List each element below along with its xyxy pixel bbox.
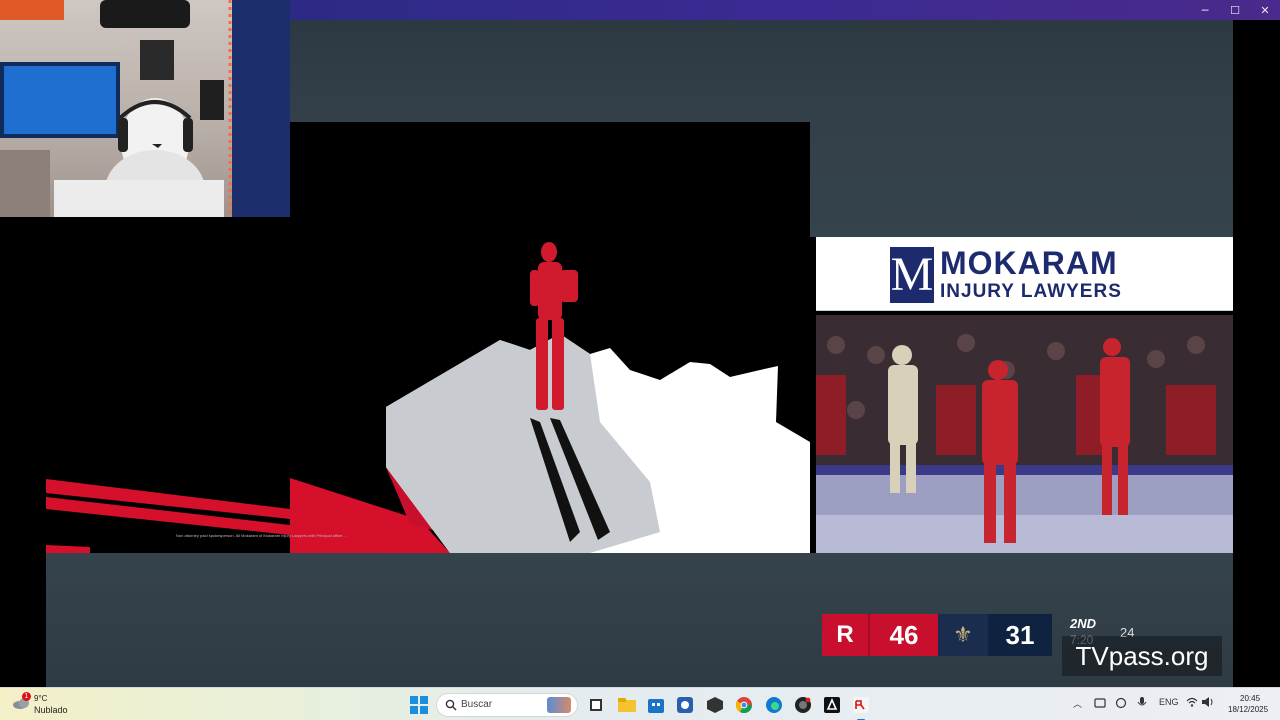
sponsor-name: MOKARAM — [940, 245, 1118, 281]
home-team-score: 46 — [868, 614, 938, 656]
court-scene — [816, 315, 1233, 553]
edge-icon[interactable] — [763, 694, 785, 716]
speaker-icon[interactable] — [1202, 697, 1214, 709]
stream-backdrop-bottom — [46, 553, 1233, 687]
wifi-icon[interactable] — [1186, 697, 1198, 709]
ad-graphic-left — [0, 217, 290, 553]
windows-logo-pane — [420, 696, 428, 704]
stream-app-icon[interactable] — [850, 694, 872, 720]
red-stripes-graphic — [46, 479, 290, 553]
search-icon — [445, 699, 457, 711]
windows-logo-pane — [420, 706, 428, 714]
language-indicator[interactable]: ENG — [1159, 697, 1179, 707]
start-button[interactable] — [410, 696, 428, 714]
sponsor-banner: M MOKARAM INJURY LAWYERS — [816, 237, 1233, 311]
tray-app-icon[interactable] — [1094, 697, 1106, 711]
clock-date[interactable]: 18/12/2025 — [1228, 705, 1268, 714]
network-tray-icon[interactable] — [1115, 697, 1127, 711]
settings-icon[interactable] — [674, 694, 696, 716]
minimize-button[interactable]: ─ — [1190, 0, 1220, 20]
store-icon[interactable] — [645, 694, 667, 716]
away-team-logo: ⚜ — [938, 614, 988, 656]
game-period: 2ND — [1070, 616, 1097, 631]
player-right-border — [1233, 20, 1280, 687]
adobe-icon[interactable] — [821, 694, 843, 716]
window-controls: ─ ☐ ✕ — [1190, 0, 1280, 20]
sponsor-logo: M — [890, 247, 934, 303]
search-highlight-image — [547, 697, 571, 713]
folder-icon[interactable] — [616, 694, 638, 716]
sponsor-subtitle: INJURY LAWYERS — [940, 281, 1122, 302]
maximize-button[interactable]: ☐ — [1220, 0, 1250, 20]
home-team-logo: R — [822, 614, 868, 656]
weather-temperature: 9°C — [34, 694, 48, 703]
chrome-icon[interactable] — [733, 694, 755, 716]
scoreboard: R 46 ⚜ 31 — [822, 614, 1052, 656]
weather-description: Nublado — [34, 705, 68, 715]
app-icon[interactable] — [704, 694, 726, 716]
stream-backdrop — [290, 20, 1233, 122]
ad-disclaimer-text: Non attorney paid spokesperson. All Moka… — [176, 533, 347, 538]
obs-icon[interactable] — [792, 694, 814, 716]
windows-logo-pane — [410, 706, 418, 714]
sponsor-logo-letter: M — [890, 248, 934, 301]
desktop: Non attorney paid spokesperson. All Moka… — [0, 0, 1280, 720]
game-video-panel[interactable] — [816, 315, 1233, 553]
chevron-up-icon[interactable]: ︿ — [1073, 697, 1082, 710]
webcam-scene — [0, 0, 290, 217]
window-title-bar[interactable]: ─ ☐ ✕ — [290, 0, 1280, 20]
taskbar-search[interactable]: Buscar — [436, 693, 578, 717]
ad-silhouette-graphic — [290, 242, 810, 553]
webcam-overlay — [0, 0, 290, 217]
search-placeholder: Buscar — [461, 699, 493, 710]
taskbar: 1 9°C Nublado Buscar ︿ ENG 20:45 18/12/2… — [0, 687, 1280, 720]
close-button[interactable]: ✕ — [1250, 0, 1280, 20]
notification-badge: 1 — [22, 692, 31, 701]
stream-watermark: TVpass.org — [1062, 636, 1222, 676]
windows-logo-pane — [410, 696, 418, 704]
microphone-icon[interactable] — [1137, 697, 1147, 711]
weather-widget[interactable]: 1 9°C Nublado — [12, 692, 92, 718]
stream-backdrop-right — [810, 122, 1233, 237]
ad-video-panel[interactable] — [290, 122, 810, 553]
clock-time[interactable]: 20:45 — [1240, 694, 1260, 703]
file-explorer-icon[interactable] — [585, 694, 607, 716]
away-team-score: 31 — [988, 614, 1052, 656]
